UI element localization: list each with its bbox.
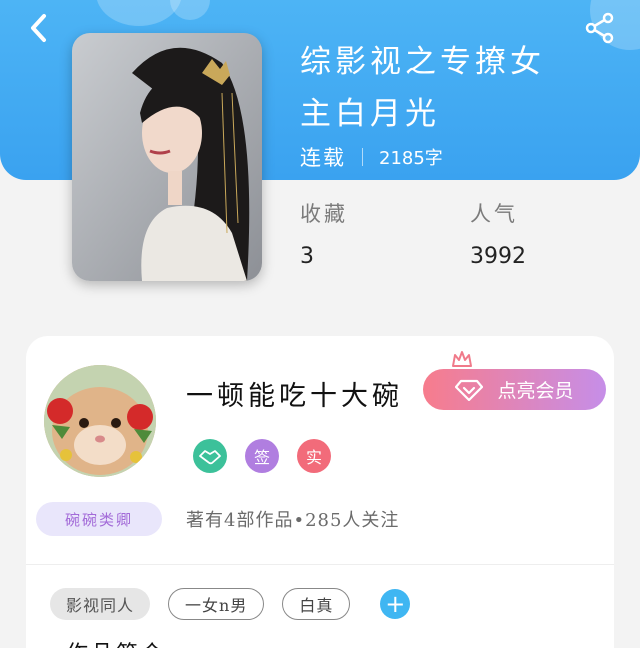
author-name[interactable]: 一顿能吃十大碗 xyxy=(186,374,403,413)
decor-bubble xyxy=(96,0,182,26)
vip-button[interactable]: 点亮会员 xyxy=(423,369,606,410)
author-works-info: 著有4部作品•285人关注 xyxy=(186,510,400,531)
book-status: 连载 xyxy=(300,146,346,170)
crown-icon xyxy=(452,351,472,367)
badge-text: 签 xyxy=(253,448,270,467)
tag-item[interactable]: 影视同人 xyxy=(50,588,151,620)
cover-image xyxy=(72,33,262,281)
handshake-icon[interactable] xyxy=(193,439,227,473)
stat-label: 人气 xyxy=(470,202,518,226)
author-avatar[interactable] xyxy=(44,365,156,477)
author-badges: 签 实 xyxy=(193,439,349,473)
stat-label: 收藏 xyxy=(300,202,348,226)
book-meta: 连载 2185字 xyxy=(300,142,443,172)
stat-favorites: 收藏 3 xyxy=(300,198,470,269)
author-card: 一顿能吃十大碗 点亮会员 签 实 碗碗类卿 著有4部作品•285人关注 影视同人… xyxy=(26,336,614,648)
book-title: 综影视之专撩女 主白月光 xyxy=(300,36,600,140)
book-stats: 收藏 3 人气 3992 xyxy=(300,198,640,269)
tag-item[interactable]: 白真 xyxy=(282,588,351,620)
fan-tag-label: 碗碗类卿 xyxy=(64,510,133,529)
book-title-line: 综影视之专撩女 xyxy=(300,44,545,80)
chevron-left-icon xyxy=(31,14,46,42)
back-button[interactable] xyxy=(20,10,56,46)
sign-badge-icon[interactable]: 签 xyxy=(245,439,279,473)
meta-divider xyxy=(362,148,363,166)
verified-badge-icon[interactable]: 实 xyxy=(297,439,331,473)
vip-button-label: 点亮会员 xyxy=(497,380,574,402)
stat-value: 3992 xyxy=(470,244,526,269)
avatar-image xyxy=(44,365,156,477)
stat-value: 3 xyxy=(300,244,314,269)
fan-tag: 碗碗类卿 xyxy=(36,502,162,536)
section-heading: 作品简介 xyxy=(66,636,166,648)
add-tag-button[interactable]: + xyxy=(380,589,411,619)
decor-bubble xyxy=(170,0,210,20)
tags-row: 影视同人 一女n男 白真 + xyxy=(50,588,411,620)
tag-item[interactable]: 一女n男 xyxy=(168,588,265,620)
word-count: 2185字 xyxy=(379,148,443,169)
stat-popularity: 人气 3992 xyxy=(470,198,640,269)
book-title-line: 主白月光 xyxy=(300,96,440,132)
divider xyxy=(26,564,614,565)
badge-text: 实 xyxy=(305,448,322,467)
diamond-icon xyxy=(455,379,484,401)
book-cover[interactable] xyxy=(72,33,262,281)
